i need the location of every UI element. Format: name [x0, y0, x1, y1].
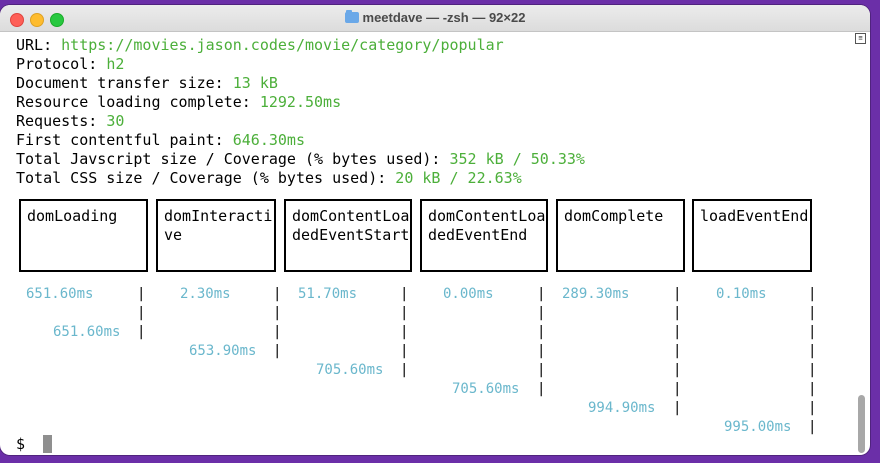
duration-dominteractive: 2.30ms [180, 286, 231, 302]
text-cursor [43, 435, 52, 453]
event-box-domcontentloadedeventstart: domContentLoadedEventStart [284, 199, 412, 272]
scrollbar-thumb[interactable] [858, 395, 865, 453]
window-title: meetdave — -zsh — 92×22 [0, 5, 870, 31]
url-value: https://movies.jason.codes/movie/categor… [61, 36, 504, 54]
timeline-separator: | | | | | | | | [808, 286, 817, 435]
cumulative-domcontentloadedeventend: 705.60ms [452, 381, 520, 397]
requests-value: 30 [106, 112, 125, 130]
title-bar: meetdave — -zsh — 92×22 [0, 5, 870, 32]
duration-domloading: 651.60ms [26, 286, 94, 302]
fcp-label: First contentful paint: [16, 131, 233, 149]
transfer-value: 13 kB [232, 74, 278, 92]
protocol-value: h2 [106, 55, 125, 73]
event-box-domcontentloadedeventend: domContentLoadedEventEnd [420, 199, 548, 272]
event-name: domContentLoadedEventStart [292, 207, 410, 244]
terminal-window: meetdave — -zsh — 92×22 ≡ URL: https://m… [0, 5, 870, 455]
fcp-value: 646.30ms [232, 131, 305, 149]
timeline-separator: | | | [137, 286, 146, 340]
event-box-domcomplete: domComplete [556, 199, 685, 272]
event-name: loadEventEnd [700, 207, 809, 225]
event-name: domContentLoadedEventEnd [428, 207, 546, 244]
timeline-separator: | | | | [273, 286, 282, 359]
event-box-dominteractive: domInteractive [156, 199, 276, 272]
cumulative-dominteractive: 653.90ms [189, 343, 257, 359]
css-line: Total CSS size / Coverage (% bytes used)… [16, 169, 522, 188]
event-name: domLoading [27, 207, 118, 225]
js-value: 352 kB / 50.33% [449, 150, 585, 168]
url-label: URL: [16, 36, 62, 54]
js-line: Total Javscript size / Coverage (% bytes… [16, 150, 585, 169]
js-label: Total Javscript size / Coverage (% bytes… [16, 150, 450, 168]
transfer-label: Document transfer size: [16, 74, 233, 92]
timeline-separator: | | | | | | | [673, 286, 682, 416]
cumulative-domloading: 651.60ms [53, 324, 121, 340]
cumulative-loadeventend: 995.00ms [724, 419, 792, 435]
requests-line: Requests: 30 [16, 112, 124, 131]
resource-line: Resource loading complete: 1292.50ms [16, 93, 341, 112]
event-name: domComplete [564, 207, 664, 225]
css-label: Total CSS size / Coverage (% bytes used)… [16, 169, 396, 187]
resource-label: Resource loading complete: [16, 93, 260, 111]
timeline-separator: | | | | | [400, 286, 409, 378]
folder-icon [344, 10, 359, 23]
protocol-line: Protocol: h2 [16, 55, 124, 74]
fcp-line: First contentful paint: 646.30ms [16, 131, 305, 150]
resource-value: 1292.50ms [259, 93, 342, 111]
duration-domcomplete: 289.30ms [562, 286, 630, 302]
protocol-label: Protocol: [16, 55, 107, 73]
duration-domcontentloadedeventstart: 51.70ms [298, 286, 358, 302]
event-name: domInteractive [164, 207, 273, 244]
url-line: URL: https://movies.jason.codes/movie/ca… [16, 36, 504, 55]
requests-label: Requests: [16, 112, 107, 130]
event-box-domloading: domLoading [19, 199, 148, 272]
cumulative-domcontentloadedeventstart: 705.60ms [316, 362, 384, 378]
duration-domcontentloadedeventend: 0.00ms [443, 286, 494, 302]
timeline-separator: | | | | | | [537, 286, 546, 397]
window-title-text: meetdave — -zsh — 92×22 [362, 10, 526, 25]
cumulative-domcomplete: 994.90ms [588, 400, 656, 416]
css-value: 20 kB / 22.63% [395, 169, 522, 187]
shell-prompt: $ [16, 435, 26, 453]
terminal-content[interactable]: URL: https://movies.jason.codes/movie/ca… [0, 32, 858, 455]
duration-loadeventend: 0.10ms [716, 286, 767, 302]
event-box-loadeventend: loadEventEnd [692, 199, 812, 272]
transfer-line: Document transfer size: 13 kB [16, 74, 278, 93]
